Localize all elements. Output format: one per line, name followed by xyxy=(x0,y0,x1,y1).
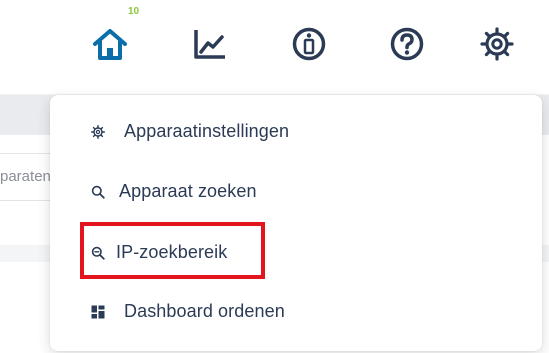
search-icon xyxy=(90,184,106,200)
gear-icon xyxy=(479,26,515,62)
line-chart-icon xyxy=(193,28,227,60)
info-button[interactable] xyxy=(289,24,329,64)
menu-item-label: Apparaat zoeken xyxy=(119,181,257,201)
help-icon xyxy=(390,27,424,61)
menu-item-arrange-dashboard[interactable]: Dashboard ordenen xyxy=(90,301,285,322)
menu-item-find-device[interactable]: Apparaat zoeken xyxy=(90,181,257,202)
top-navigation-bar: 10 xyxy=(0,0,549,94)
menu-item-label: Dashboard ordenen xyxy=(124,301,285,321)
gear-icon xyxy=(90,124,106,140)
home-badge: 10 xyxy=(128,6,140,17)
info-icon xyxy=(292,27,326,61)
dashboard-grid-icon xyxy=(90,304,106,320)
menu-item-label: Apparaatinstellingen xyxy=(124,121,290,141)
help-button[interactable] xyxy=(387,24,427,64)
home-button[interactable] xyxy=(90,24,130,64)
home-icon xyxy=(92,27,128,61)
highlight-box xyxy=(80,222,265,279)
chart-button[interactable] xyxy=(190,24,230,64)
settings-button[interactable] xyxy=(477,24,517,64)
menu-item-device-settings[interactable]: Apparaatinstellingen xyxy=(90,121,289,142)
